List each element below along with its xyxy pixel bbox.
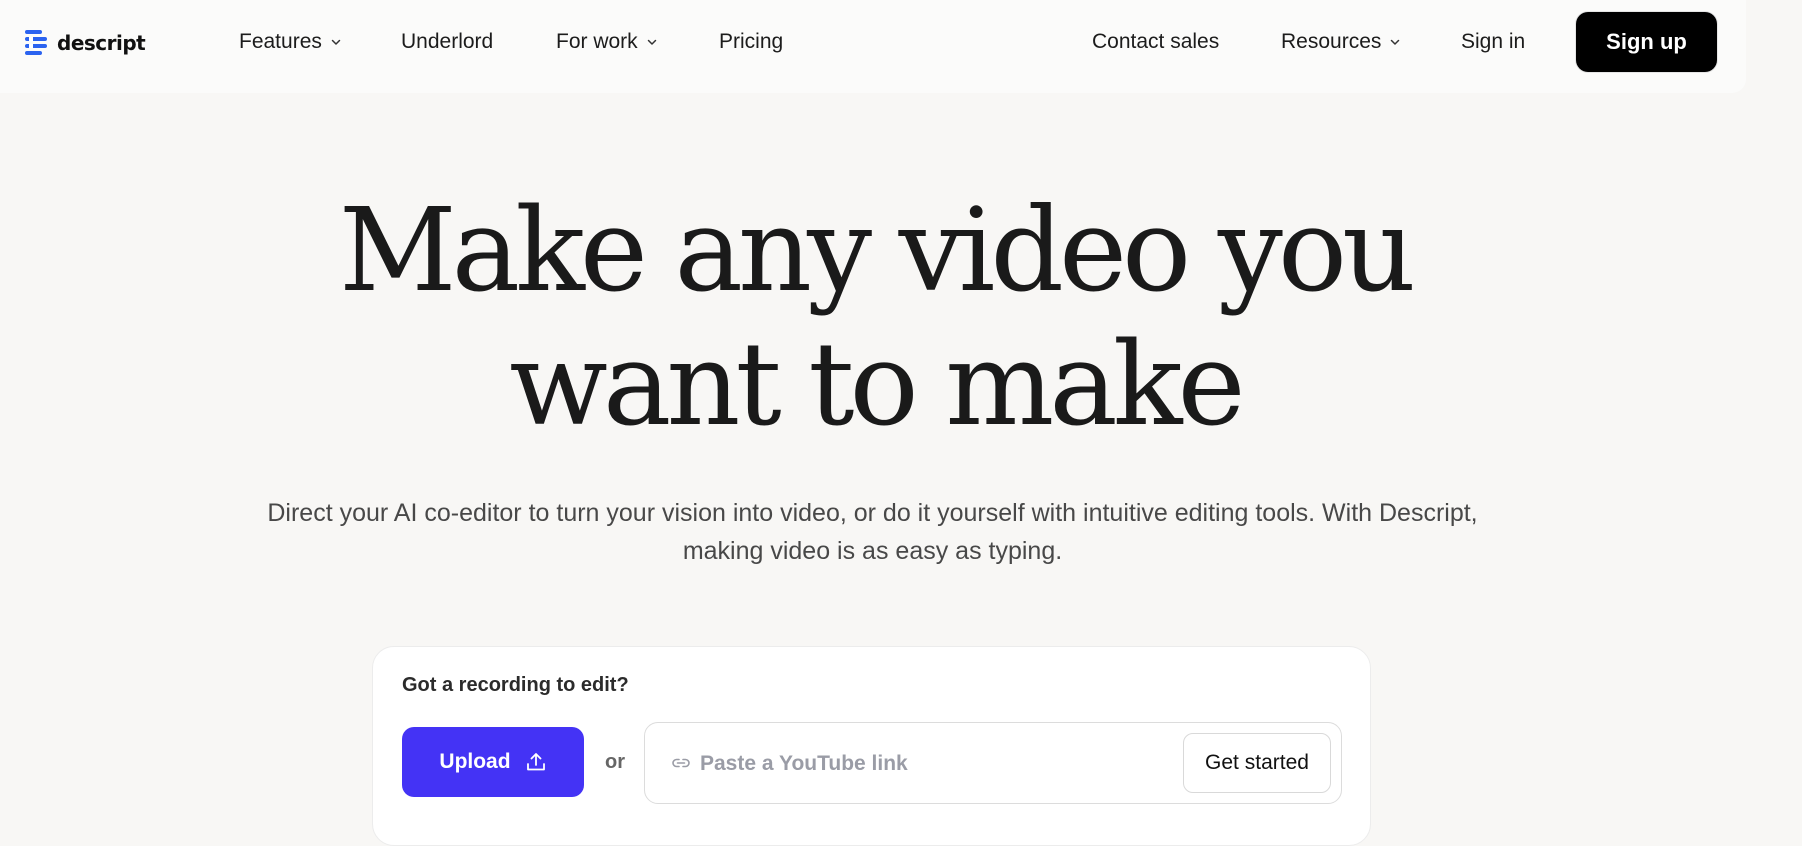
or-separator: or — [605, 751, 625, 773]
nav-contact-sales[interactable]: Contact sales — [1092, 26, 1219, 58]
nav-for-work-label: For work — [556, 30, 638, 53]
chevron-down-icon — [647, 39, 656, 45]
nav-sign-in-label: Sign in — [1461, 30, 1526, 53]
upload-card-label: Got a recording to edit? — [402, 674, 629, 696]
nav-resources-label: Resources — [1281, 30, 1382, 53]
nav-contact-sales-label: Contact sales — [1092, 30, 1220, 53]
nav-resources[interactable]: Resources — [1281, 26, 1401, 58]
hero-subtitle: Direct your AI co-editor to turn your vi… — [267, 499, 1478, 565]
top-nav: descript Features Underlord For work Pri… — [0, 0, 1746, 93]
hero-title: Make any video you want to make — [0, 184, 1750, 452]
nav-features[interactable]: Features — [239, 26, 342, 58]
nav-pricing[interactable]: Pricing — [719, 26, 783, 58]
sign-up-button[interactable]: Sign up — [1576, 12, 1717, 72]
youtube-link-field: Get started — [644, 722, 1342, 804]
nav-underlord-label: Underlord — [401, 30, 494, 53]
chevron-down-icon — [1391, 39, 1400, 45]
descript-logo-mark — [25, 30, 47, 55]
brand-name: descript — [57, 31, 146, 55]
nav-sign-in[interactable]: Sign in — [1461, 26, 1525, 58]
descript-logo[interactable]: descript — [25, 30, 146, 56]
link-icon — [672, 758, 690, 768]
chevron-down-icon — [331, 39, 341, 45]
hero-title-line-1: Make any video you — [338, 184, 1416, 318]
nav-for-work[interactable]: For work — [556, 26, 658, 58]
upload-button[interactable]: Upload — [402, 727, 584, 797]
upload-button-label: Upload — [439, 750, 511, 773]
hero-title-line-2: want to make — [509, 318, 1245, 452]
upload-icon — [526, 753, 545, 771]
nav-pricing-label: Pricing — [719, 30, 784, 53]
youtube-link-input[interactable] — [698, 743, 1162, 785]
get-started-button[interactable]: Get started — [1183, 733, 1331, 793]
upload-card: Got a recording to edit? Upload or Get s… — [372, 646, 1371, 846]
nav-underlord[interactable]: Underlord — [401, 26, 493, 58]
nav-features-label: Features — [239, 30, 322, 53]
